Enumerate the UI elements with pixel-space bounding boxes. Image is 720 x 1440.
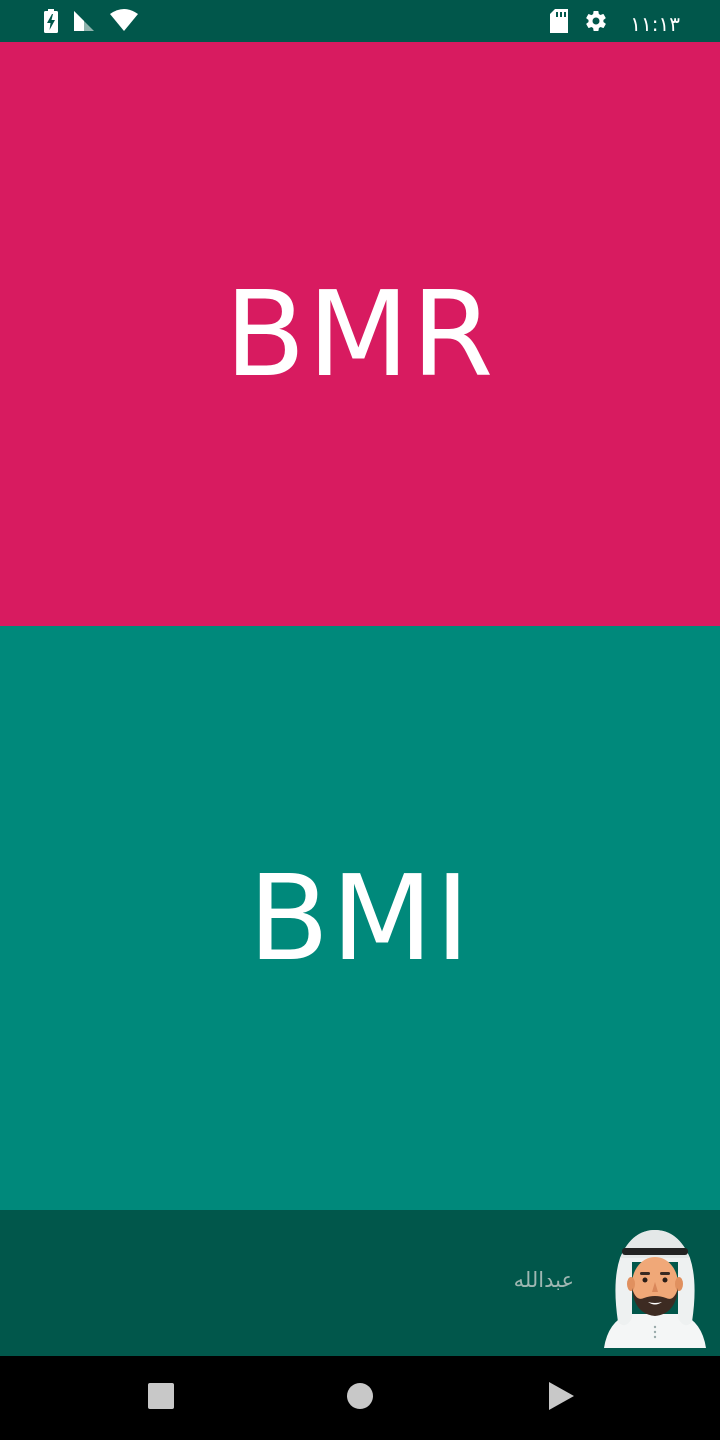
- recents-square-icon: [147, 1382, 175, 1415]
- battery-charging-icon: [44, 9, 58, 38]
- back-triangle-icon: [547, 1381, 575, 1416]
- wifi-icon: [110, 9, 138, 38]
- home-button[interactable]: [320, 1356, 400, 1440]
- sd-card-icon: [550, 9, 569, 38]
- settings-gear-icon: [584, 9, 608, 38]
- footer: عبدالله: [0, 1210, 720, 1356]
- navigation-bar: [0, 1356, 720, 1440]
- bmi-label: BMI: [248, 849, 472, 987]
- bmi-button[interactable]: BMI: [0, 626, 720, 1210]
- status-left-icons: [44, 9, 138, 38]
- status-right-icons: ١١:١٣: [550, 9, 680, 38]
- cell-signal-icon: [72, 9, 96, 38]
- author-name: عبدالله: [513, 1268, 574, 1292]
- recents-button[interactable]: [121, 1356, 201, 1440]
- bmr-label: BMR: [224, 265, 496, 403]
- status-bar: ١١:١٣: [0, 0, 720, 42]
- back-button[interactable]: [521, 1356, 601, 1440]
- bmr-button[interactable]: BMR: [0, 42, 720, 626]
- home-circle-icon: [346, 1382, 374, 1415]
- avatar-man-ghutra-icon: [598, 1222, 712, 1350]
- status-time: ١١:١٣: [630, 11, 680, 36]
